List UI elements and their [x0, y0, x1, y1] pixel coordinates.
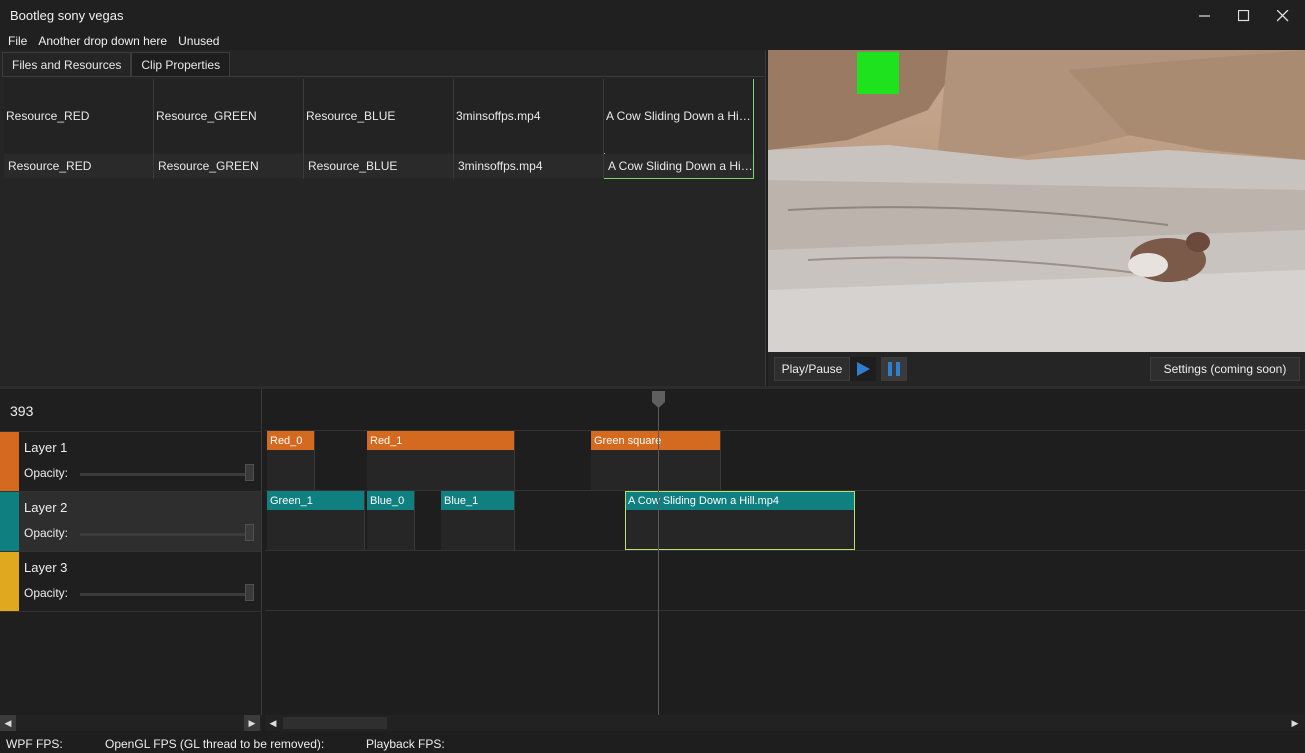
opacity-label: Opacity:	[24, 466, 69, 480]
scroll-right-icon[interactable]: ▶	[1287, 715, 1303, 731]
tab-clip-properties[interactable]: Clip Properties	[131, 52, 231, 76]
timeline-horizontal-scrollbar[interactable]: ◀ ▶	[265, 715, 1305, 731]
resource-thumbnail: Resource_RED	[4, 79, 153, 153]
layer-header-3[interactable]: Layer 3 Opacity:	[0, 551, 261, 611]
resource-item[interactable]: Resource_BLUE Resource_BLUE	[304, 79, 454, 179]
settings-button[interactable]: Settings (coming soon)	[1150, 357, 1300, 381]
playhead-handle-icon[interactable]	[651, 391, 666, 409]
opacity-slider-thumb[interactable]	[245, 464, 254, 481]
clip-title: Blue_0	[367, 491, 414, 510]
maximize-icon	[1238, 10, 1250, 22]
resource-label: Resource_RED	[4, 154, 153, 178]
resource-item[interactable]: 3minsoffps.mp4 3minsoffps.mp4	[454, 79, 604, 179]
resource-thumbnail: Resource_GREEN	[154, 79, 303, 153]
title-bar: Bootleg sony vegas	[0, 0, 1305, 32]
resources-tab-content: Resource_RED Resource_RED Resource_GREEN…	[2, 76, 764, 384]
clip-selected[interactable]: A Cow Sliding Down a Hill.mp4	[625, 491, 855, 550]
clip[interactable]: Red_1	[367, 431, 515, 490]
video-frame-image	[768, 50, 1305, 352]
play-pause-button[interactable]: Play/Pause	[774, 357, 850, 381]
layer-color-swatch	[0, 552, 19, 611]
resource-label: A Cow Sliding Down a Hill.mp4	[604, 154, 753, 178]
playhead-line	[658, 399, 659, 715]
clip[interactable]: Blue_0	[367, 491, 415, 550]
opacity-slider-thumb[interactable]	[245, 584, 254, 601]
opacity-slider-thumb[interactable]	[245, 524, 254, 541]
tab-files-and-resources[interactable]: Files and Resources	[2, 52, 132, 77]
layer-headers: 393 Layer 1 Opacity: Layer 2 Opacity: La…	[0, 389, 262, 715]
resource-item-selected[interactable]: A Cow Sliding Down a Hill.mp4 A Cow Slid…	[604, 79, 754, 179]
resource-item[interactable]: Resource_RED Resource_RED	[4, 79, 154, 179]
layer-header-2[interactable]: Layer 2 Opacity:	[0, 491, 261, 551]
clip-title: Red_0	[267, 431, 314, 450]
wpf-fps-label: WPF FPS:	[6, 737, 63, 751]
track-layer-1[interactable]: Red_0 Red_1 Green square	[265, 431, 1305, 491]
video-preview	[768, 50, 1305, 352]
clip-title: A Cow Sliding Down a Hill.mp4	[625, 491, 854, 510]
timeline-tracks[interactable]: Red_0 Red_1 Green square Green_1 Blue_0 …	[265, 389, 1305, 715]
menu-unused[interactable]: Unused	[178, 34, 219, 48]
minimize-button[interactable]	[1185, 0, 1225, 32]
resource-thumbnail: 3minsoffps.mp4	[454, 79, 603, 153]
layer-color-swatch	[0, 432, 19, 491]
menu-file[interactable]: File	[8, 34, 27, 48]
pause-icon	[888, 362, 900, 376]
track-layer-3[interactable]	[265, 551, 1305, 611]
layers-horizontal-scrollbar[interactable]: ◀ ▶	[0, 715, 262, 731]
resource-thumbnail: Resource_BLUE	[304, 79, 453, 153]
layer-divider	[0, 611, 261, 612]
layer-name: Layer 1	[24, 440, 68, 455]
close-icon	[1277, 10, 1289, 22]
opacity-label: Opacity:	[24, 526, 69, 540]
status-bar: WPF FPS: OpenGL FPS (GL thread to be rem…	[0, 734, 1305, 753]
scroll-right-icon[interactable]: ▶	[244, 715, 260, 731]
clip[interactable]: Blue_1	[441, 491, 515, 550]
clip-title: Red_1	[367, 431, 514, 450]
clip-title: Blue_1	[441, 491, 514, 510]
panel-tabs: Files and Resources Clip Properties	[2, 52, 231, 77]
playback-fps-label: Playback FPS:	[366, 737, 445, 751]
scrollbar-thumb[interactable]	[283, 717, 387, 729]
clip[interactable]: Red_0	[267, 431, 315, 490]
opacity-slider-track[interactable]	[80, 593, 254, 596]
clip[interactable]: Green square	[591, 431, 721, 490]
layer-name: Layer 2	[24, 500, 68, 515]
pause-button[interactable]	[881, 357, 907, 381]
layer-name: Layer 3	[24, 560, 68, 575]
resource-label: Resource_GREEN	[154, 154, 303, 178]
resource-thumbnail: A Cow Sliding Down a Hill.mp4	[604, 79, 753, 153]
clip[interactable]: Green_1	[267, 491, 365, 550]
playback-controls: Play/Pause Settings (coming soon)	[768, 352, 1305, 386]
timeline-ruler[interactable]	[265, 389, 1305, 431]
resources-panel: Files and Resources Clip Properties Reso…	[0, 50, 766, 386]
opacity-slider-track[interactable]	[80, 533, 254, 536]
layer-color-swatch	[0, 492, 19, 551]
opacity-slider-track[interactable]	[80, 473, 254, 476]
clip-title: Green square	[591, 431, 720, 450]
window-title: Bootleg sony vegas	[10, 8, 124, 23]
resource-list: Resource_RED Resource_RED Resource_GREEN…	[4, 79, 754, 179]
layer-header-1[interactable]: Layer 1 Opacity:	[0, 431, 261, 491]
play-button[interactable]	[850, 357, 876, 381]
clip-title: Green_1	[267, 491, 364, 510]
maximize-button[interactable]	[1224, 0, 1264, 32]
minimize-icon	[1199, 15, 1210, 17]
current-frame-number: 393	[10, 403, 34, 419]
timeline: 393 Layer 1 Opacity: Layer 2 Opacity: La…	[0, 389, 1305, 734]
menu-bar: File Another drop down here Unused	[0, 32, 1305, 50]
opacity-label: Opacity:	[24, 586, 69, 600]
scroll-left-icon[interactable]: ◀	[265, 715, 281, 731]
opengl-fps-label: OpenGL FPS (GL thread to be removed):	[105, 737, 325, 751]
close-button[interactable]	[1263, 0, 1303, 32]
resource-label: 3minsoffps.mp4	[454, 154, 603, 178]
resource-item[interactable]: Resource_GREEN Resource_GREEN	[154, 79, 304, 179]
green-square-overlay	[857, 52, 899, 94]
play-icon	[857, 362, 870, 376]
menu-another-drop-down[interactable]: Another drop down here	[38, 34, 167, 48]
scroll-left-icon[interactable]: ◀	[0, 715, 16, 731]
resource-label: Resource_BLUE	[304, 154, 453, 178]
track-layer-2[interactable]: Green_1 Blue_0 Blue_1 A Cow Sliding Down…	[265, 491, 1305, 551]
